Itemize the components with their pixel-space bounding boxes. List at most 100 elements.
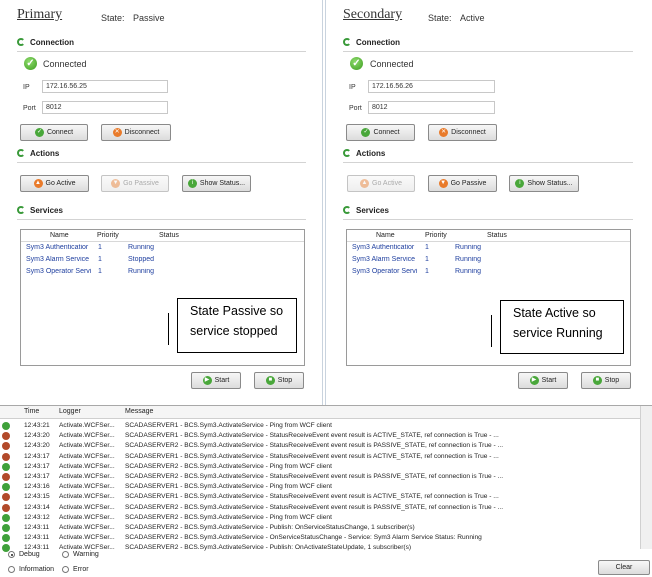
log-row[interactable]: 12:43:16 Activate.WCFSer... SCADASERVER1 -… (0, 482, 640, 492)
log-message: SCADASERVER2 - BCS.Sym3.ActivateService … (125, 442, 504, 450)
primary-panel: Primary State: Passive Connection ✓ Conn… (0, 0, 323, 405)
information-radio[interactable] (8, 566, 15, 573)
connected-check-icon: ✓ (350, 57, 363, 70)
col-priority: Priority (425, 232, 447, 239)
primary-port-input[interactable]: 8012 (42, 101, 168, 114)
log-message: SCADASERVER2 - BCS.Sym3.ActivateService … (125, 462, 332, 470)
callout-line: service stopped (190, 324, 278, 338)
log-row[interactable]: 12:43:17 Activate.WCFSer... SCADASERVER2 -… (0, 462, 640, 472)
col-status: Status (487, 232, 507, 239)
primary-annotation-callout: State Passive so service stopped (177, 298, 297, 353)
secondary-connection-status: Connected (370, 59, 414, 69)
log-time: 12:43:14 (24, 503, 50, 511)
check-icon: ✓ (361, 128, 371, 137)
table-row[interactable]: Sym3 Operator Servi 1 Running (347, 267, 630, 279)
go-active-label: Go Active (45, 180, 76, 187)
service-status: Running (455, 268, 482, 275)
primary-disconnect-button[interactable]: ✕ Disconnect (101, 124, 171, 141)
col-name: Name (50, 232, 69, 239)
log-time: 12:43:17 (24, 462, 50, 470)
log-row[interactable]: 12:43:15 Activate.WCFSer... SCADASERVER1 -… (0, 492, 640, 502)
table-row[interactable]: Sym3 Authenticatior 1 Running (21, 243, 304, 255)
service-status: Stopped (128, 256, 155, 263)
secondary-connect-button[interactable]: ✓ Connect (346, 124, 415, 141)
stop-label: Stop (277, 377, 293, 384)
service-status: Running (455, 256, 482, 263)
log-col-time[interactable]: Time (24, 408, 39, 415)
secondary-title: Secondary (343, 7, 403, 22)
primary-connect-button[interactable]: ✓ Connect (20, 124, 88, 141)
primary-show-status-button[interactable]: i Show Status... (182, 175, 251, 192)
secondary-stop-button[interactable]: ■ Stop (581, 372, 631, 389)
log-logger: Activate.WCFSer... (59, 442, 115, 450)
primary-ip-input[interactable]: 172.16.56.25 (42, 80, 168, 93)
primary-connection-status: Connected (43, 59, 87, 69)
service-priority: 1 (98, 244, 102, 251)
log-row[interactable]: 12:43:14 Activate.WCFSer... SCADASERVER2 -… (0, 503, 640, 513)
log-row[interactable]: 12:43:11 Activate.WCFSer... SCADASERVER2 -… (0, 523, 640, 533)
refresh-icon (343, 149, 351, 157)
log-logger: Activate.WCFSer... (59, 462, 115, 470)
log-row[interactable]: 12:43:12 Activate.WCFSer... SCADASERVER2 -… (0, 513, 640, 523)
refresh-icon (17, 38, 25, 46)
show-status-label: Show Status... (199, 180, 246, 187)
debug-radio[interactable] (8, 551, 15, 558)
log-row[interactable]: 12:43:17 Activate.WCFSer... SCADASERVER2 -… (0, 472, 640, 482)
debug-level-icon (2, 473, 10, 481)
secondary-disconnect-button[interactable]: ✕ Disconnect (428, 124, 497, 141)
log-message: SCADASERVER2 - BCS.Sym3.ActivateService … (125, 513, 332, 521)
disconnect-label: Disconnect (451, 129, 486, 136)
stop-label: Stop (604, 377, 620, 384)
primary-go-passive-button[interactable]: ▼ Go Passive (101, 175, 169, 192)
callout-line: State Active so (513, 306, 596, 320)
log-scrollbar[interactable] (640, 406, 652, 549)
log-row[interactable]: 12:43:11 Activate.WCFSer... SCADASERVER2 -… (0, 533, 640, 543)
primary-start-button[interactable]: ▶ Start (191, 372, 241, 389)
secondary-state-value: Active (460, 13, 485, 23)
divider (17, 162, 306, 163)
table-row[interactable]: Sym3 Alarm Service 1 Stopped (21, 255, 304, 267)
log-col-message[interactable]: Message (125, 408, 153, 415)
status-icon: i (187, 179, 197, 188)
secondary-show-status-button[interactable]: i Show Status... (509, 175, 579, 192)
disconnect-icon: ✕ (112, 128, 122, 137)
col-name: Name (376, 232, 395, 239)
secondary-start-button[interactable]: ▶ Start (518, 372, 568, 389)
debug-level-icon (2, 432, 10, 441)
callout-pointer (168, 313, 169, 345)
go-active-icon: ▲ (360, 179, 370, 188)
play-icon: ▶ (202, 376, 212, 385)
table-row[interactable]: Sym3 Alarm Service 1 Running (347, 255, 630, 267)
log-logger: Activate.WCFSer... (59, 473, 115, 480)
log-row[interactable]: 12:43:17 Activate.WCFSer... SCADASERVER1 -… (0, 452, 640, 462)
secondary-panel: Secondary State: Active Connection ✓ Con… (325, 0, 652, 405)
secondary-go-passive-button[interactable]: ▼ Go Passive (428, 175, 497, 192)
primary-go-active-button[interactable]: ▲ Go Active (20, 175, 89, 192)
secondary-port-input[interactable]: 8012 (368, 101, 495, 114)
log-header-row: Time Logger Message (0, 406, 640, 419)
stop-icon: ■ (592, 376, 602, 385)
error-radio[interactable] (62, 566, 69, 573)
primary-stop-button[interactable]: ■ Stop (254, 372, 304, 389)
clear-button[interactable]: Clear (598, 560, 650, 575)
log-row[interactable]: 12:43:21 Activate.WCFSer... SCADASERVER1 -… (0, 421, 640, 431)
services-header-row: Name Priority Status (347, 230, 630, 242)
log-col-logger[interactable]: Logger (59, 408, 81, 415)
info-level-icon (2, 483, 10, 492)
disconnect-label: Disconnect (124, 129, 160, 136)
secondary-state-label: State: (428, 13, 452, 23)
secondary-go-active-button[interactable]: ▲ Go Active (347, 175, 415, 192)
service-priority: 1 (98, 256, 102, 263)
go-passive-label: Go Passive (450, 180, 487, 187)
divider (17, 219, 306, 220)
log-message: SCADASERVER2 - BCS.Sym3.ActivateService … (125, 524, 415, 531)
log-row[interactable]: 12:43:20 Activate.WCFSer... SCADASERVER1 -… (0, 431, 640, 441)
port-label: Port (23, 105, 36, 112)
table-row[interactable]: Sym3 Authenticatior 1 Running (347, 243, 630, 255)
table-row[interactable]: Sym3 Operator Servi 1 Running (21, 267, 304, 279)
secondary-ip-input[interactable]: 172.16.56.26 (368, 80, 495, 93)
warning-radio[interactable] (62, 551, 69, 558)
log-logger: Activate.WCFSer... (59, 534, 115, 542)
info-level-icon (2, 513, 10, 522)
log-row[interactable]: 12:43:20 Activate.WCFSer... SCADASERVER2 -… (0, 441, 640, 451)
